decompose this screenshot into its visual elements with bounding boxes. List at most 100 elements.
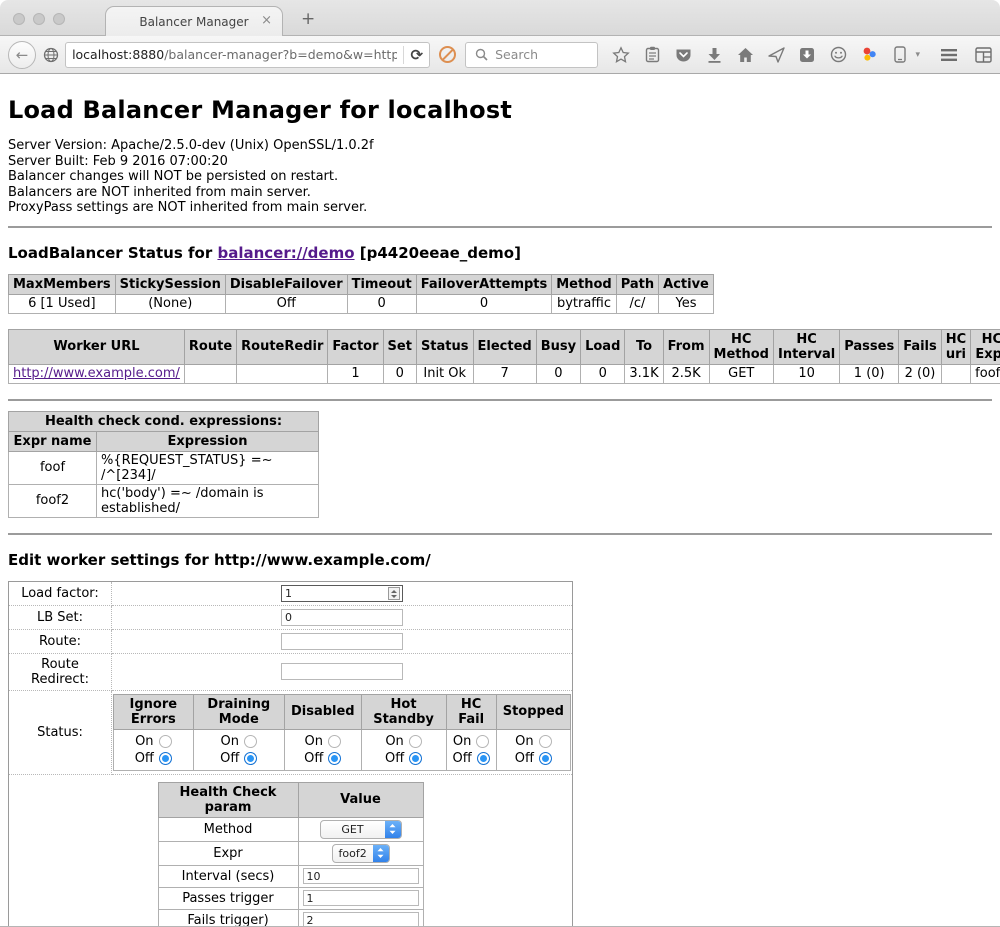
tab-close-icon[interactable]: × <box>261 14 272 27</box>
select-arrows-icon <box>373 844 389 863</box>
table-header-row: Ignore Errors Draining Mode Disabled Hot… <box>114 694 571 729</box>
cell-fails: 2 (0) <box>899 364 942 383</box>
select-arrows-icon <box>385 820 401 839</box>
draining-mode-off-radio[interactable] <box>244 752 257 765</box>
cell-routeredir <box>237 364 328 383</box>
cell-stickysession: (None) <box>115 294 225 313</box>
hamburger-menu-icon[interactable] <box>940 46 958 64</box>
col-maxmembers: MaxMembers <box>9 274 116 294</box>
reload-icon[interactable]: ⟳ <box>410 46 423 64</box>
cell-hc-method: GET <box>709 364 773 383</box>
home-icon[interactable] <box>736 46 754 64</box>
route-redirect-label: Route Redirect: <box>9 653 112 690</box>
hot-standby-off-radio[interactable] <box>409 752 422 765</box>
ignore-errors-on-radio[interactable] <box>159 735 172 748</box>
new-tab-button[interactable]: + <box>301 9 315 29</box>
off-label: Off <box>135 751 154 766</box>
lb-set-row: LB Set: <box>9 605 573 629</box>
cell-failoverattempts: 0 <box>416 294 552 313</box>
server-built-line: Server Built: Feb 9 2016 07:00:20 <box>8 154 992 170</box>
toolbar-icons: ▾ <box>612 46 920 64</box>
lb-set-input[interactable] <box>281 609 403 626</box>
url-divider <box>403 46 404 64</box>
status-radio-row: On Off On Off On Off <box>114 729 571 770</box>
send-tab-icon[interactable] <box>767 46 785 64</box>
col-factor: Factor <box>328 329 383 364</box>
method-select[interactable]: GET <box>320 820 402 839</box>
col-stickysession: StickySession <box>115 274 225 294</box>
status-label: Status: <box>9 690 112 774</box>
downloads-icon[interactable] <box>705 46 723 64</box>
balancers-note-line: Balancers are NOT inherited from main se… <box>8 185 992 201</box>
worker-url-link[interactable]: http://www.example.com/ <box>13 366 180 381</box>
col-passes: Passes <box>840 329 899 364</box>
hc-fail-off-radio[interactable] <box>477 752 490 765</box>
cell-method: bytraffic <box>552 294 616 313</box>
stopped-off-radio[interactable] <box>539 752 552 765</box>
sidebar-grid-icon[interactable] <box>974 46 992 64</box>
hc-fail-on-radio[interactable] <box>476 735 489 748</box>
search-input[interactable] <box>495 47 590 62</box>
on-label: On <box>515 734 533 749</box>
table-header-row: Expr name Expression <box>9 431 319 451</box>
col-load: Load <box>581 329 625 364</box>
bookmark-star-icon[interactable] <box>612 46 630 64</box>
overflow-caret-icon[interactable]: ▾ <box>915 50 920 60</box>
draining-mode-on-radio[interactable] <box>244 735 257 748</box>
on-label: On <box>453 734 471 749</box>
search-bar[interactable] <box>465 42 598 68</box>
table-header-row: Worker URL Route RouteRedir Factor Set S… <box>9 329 1000 364</box>
method-label: Method <box>158 817 298 841</box>
close-window-button[interactable] <box>13 13 25 25</box>
col-stopped: Stopped <box>496 694 570 729</box>
device-extension-icon[interactable] <box>891 46 909 64</box>
col-disabled: Disabled <box>284 694 361 729</box>
col-path: Path <box>616 274 658 294</box>
cell-active: Yes <box>659 294 714 313</box>
adblock-icon[interactable] <box>439 46 456 63</box>
stopped-on-radio[interactable] <box>539 735 552 748</box>
off-label: Off <box>453 751 472 766</box>
table-header-row: MaxMembers StickySession DisableFailover… <box>9 274 714 294</box>
download-helper-icon[interactable] <box>798 46 816 64</box>
back-button[interactable]: ← <box>8 41 36 69</box>
server-version-line: Server Version: Apache/2.5.0-dev (Unix) … <box>8 138 992 154</box>
minimize-window-button[interactable] <box>33 13 45 25</box>
cell-set: 0 <box>383 364 416 383</box>
tab-balancer-manager[interactable]: Balancer Manager × <box>105 6 283 36</box>
color-dots-extension-icon[interactable] <box>860 46 878 64</box>
col-fails: Fails <box>899 329 942 364</box>
balancer-demo-link[interactable]: balancer://demo <box>217 244 354 262</box>
load-factor-input[interactable] <box>281 585 403 602</box>
interval-input[interactable] <box>303 868 419 884</box>
fails-input[interactable] <box>303 912 419 927</box>
hot-standby-on-radio[interactable] <box>409 735 422 748</box>
off-label: Off <box>385 751 404 766</box>
pocket-icon[interactable] <box>674 46 692 64</box>
method-row: Method GET <box>158 817 423 841</box>
cell-expr-name: foof2 <box>9 484 97 517</box>
disabled-off-radio[interactable] <box>328 752 341 765</box>
route-input[interactable] <box>281 633 403 650</box>
status-row: Status: Ignore Errors Draining Mode Disa… <box>9 690 573 774</box>
expr-select[interactable]: foof2 <box>332 844 390 863</box>
url-bar[interactable]: localhost:8880/balancer-manager?b=demo&w… <box>65 42 430 68</box>
method-select-value: GET <box>321 823 385 836</box>
lb-heading-suffix: [p4420eeae_demo] <box>355 244 521 262</box>
table-header-row: Health Check param Value <box>158 782 423 817</box>
health-check-params-row: Health Check param Value Method GET <box>9 774 573 927</box>
zoom-window-button[interactable] <box>53 13 65 25</box>
status-options-table: Ignore Errors Draining Mode Disabled Hot… <box>113 694 571 771</box>
col-failoverattempts: FailoverAttempts <box>416 274 552 294</box>
proxypass-note-line: ProxyPass settings are NOT inherited fro… <box>8 200 992 216</box>
ignore-errors-off-radio[interactable] <box>159 752 172 765</box>
col-route: Route <box>184 329 236 364</box>
number-stepper-icon[interactable] <box>388 587 400 600</box>
emoji-extension-icon[interactable] <box>829 46 847 64</box>
passes-input[interactable] <box>303 890 419 906</box>
cell-elected: 7 <box>473 364 536 383</box>
route-redirect-input[interactable] <box>281 663 403 680</box>
on-label: On <box>221 734 239 749</box>
disabled-on-radio[interactable] <box>328 735 341 748</box>
reading-list-icon[interactable] <box>643 46 661 64</box>
